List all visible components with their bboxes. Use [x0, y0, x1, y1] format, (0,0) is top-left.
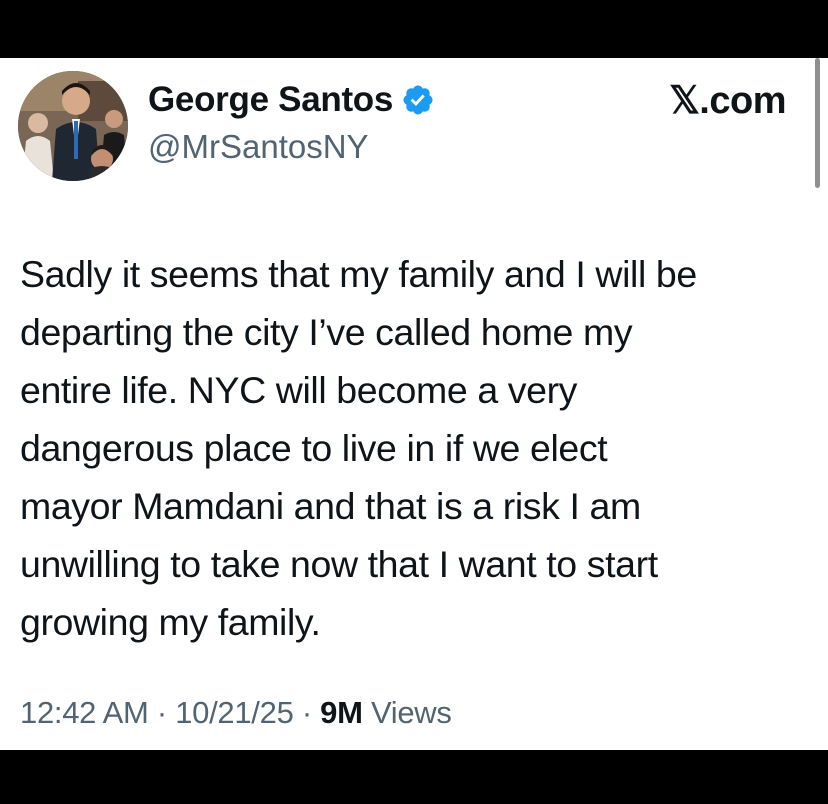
post-text-line: Sadly it seems that my family and I will… [20, 253, 697, 295]
post-text-line: mayor Mamdani and that is a risk I am [20, 485, 641, 527]
post-text-line: unwilling to take now that I want to sta… [20, 543, 658, 585]
author-display-name[interactable]: George Santos [148, 80, 393, 120]
post-text-line: departing the city I’ve called home my [20, 311, 633, 353]
screenshot-frame: George Santos @MrSantosNY 𝕏.com Sadly it… [0, 0, 828, 804]
post-text: Sadly it seems that my family and I will… [20, 245, 810, 651]
post-metadata: 12:42 AM · 10/21/25 · 9M Views [20, 695, 452, 731]
verified-badge-icon [403, 85, 433, 115]
post-date[interactable]: 10/21/25 [175, 695, 294, 730]
post-text-line: entire life. NYC will become a very [20, 369, 578, 411]
post-text-line: dangerous place to live in if we elect [20, 427, 608, 469]
views-count[interactable]: 9M [320, 695, 363, 730]
post-card: George Santos @MrSantosNY 𝕏.com Sadly it… [0, 58, 828, 750]
meta-separator: · [293, 695, 321, 730]
brand-logo[interactable]: 𝕏.com [669, 78, 786, 123]
meta-separator: · [148, 695, 176, 730]
author-avatar[interactable] [18, 71, 128, 181]
views-label: Views [362, 695, 452, 730]
author-handle[interactable]: @MrSantosNY [148, 128, 369, 166]
avatar-photo [18, 71, 128, 181]
post-text-line: growing my family. [20, 601, 321, 643]
author-name-row: George Santos [148, 78, 435, 122]
post-time[interactable]: 12:42 AM [20, 695, 149, 730]
scrollbar[interactable] [815, 58, 820, 188]
